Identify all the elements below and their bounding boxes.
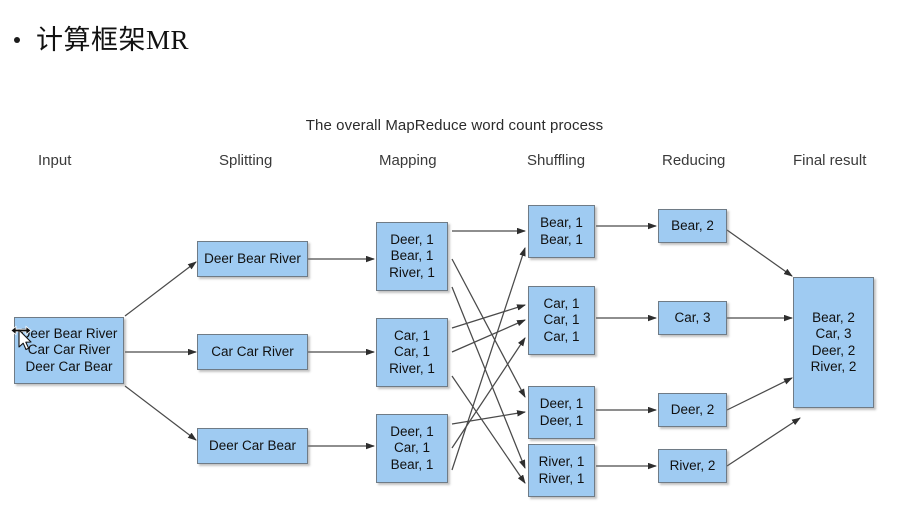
column-header-splitting: Splitting bbox=[219, 152, 273, 169]
column-header-input: Input bbox=[38, 152, 72, 169]
splitting-box-2-line-1: Car Car River bbox=[211, 343, 294, 359]
mapreduce-diagram: The overall MapReduce word count process… bbox=[0, 0, 909, 526]
shuffling-box-deer-line-2: Deer, 1 bbox=[539, 412, 584, 428]
splitting-box-1-line-1: Deer Bear River bbox=[204, 250, 301, 266]
shuffling-box-river-line-1: River, 1 bbox=[538, 454, 585, 469]
mapping-box-2-line-1: Car, 1 bbox=[393, 327, 431, 343]
final-result-line-4: River, 2 bbox=[810, 359, 857, 374]
shuffling-box-bear[interactable]: Bear, 1 Bear, 1 bbox=[528, 205, 595, 258]
input-line-1: Deer Bear River bbox=[20, 325, 118, 341]
reducing-box-bear[interactable]: Bear, 2 bbox=[658, 209, 727, 243]
column-header-reducing: Reducing bbox=[662, 152, 726, 169]
mapping-box-3-line-3: Bear, 1 bbox=[390, 456, 434, 472]
mapping-box-1-line-2: Bear, 1 bbox=[390, 248, 434, 264]
splitting-box-3-line-1: Deer Car Bear bbox=[208, 437, 297, 453]
reducing-box-car-line-1: Car, 3 bbox=[674, 309, 711, 325]
splitting-box-1[interactable]: Deer Bear River bbox=[197, 241, 308, 277]
diagram-edges bbox=[124, 222, 801, 484]
column-header-final-result: Final result bbox=[793, 152, 867, 169]
input-line-2: Car Car River bbox=[27, 342, 111, 358]
shuffling-box-bear-line-1: Bear, 1 bbox=[540, 215, 583, 230]
column-header-shuffling: Shuffling bbox=[527, 152, 586, 169]
reducing-box-river-line-1: River, 2 bbox=[669, 457, 716, 473]
mapping-box-3-line-2: Car, 1 bbox=[393, 440, 431, 456]
diagram-title: The overall MapReduce word count process bbox=[305, 117, 604, 134]
shuffling-box-car-line-1: Car, 1 bbox=[543, 295, 580, 311]
mapping-box-3-line-1: Deer, 1 bbox=[390, 423, 434, 439]
shuffling-box-car[interactable]: Car, 1 Car, 1 Car, 1 bbox=[528, 286, 595, 355]
reducing-box-river[interactable]: River, 2 bbox=[658, 449, 727, 483]
shuffling-box-deer[interactable]: Deer, 1 Deer, 1 bbox=[528, 386, 595, 439]
final-result-line-3: Deer, 2 bbox=[811, 342, 856, 358]
shuffling-box-river-line-2: River, 1 bbox=[538, 470, 585, 486]
mapping-box-2-line-3: River, 1 bbox=[389, 360, 435, 376]
shuffling-box-river[interactable]: River, 1 River, 1 bbox=[528, 444, 595, 497]
final-result-box[interactable]: Bear, 2 Car, 3 Deer, 2 River, 2 bbox=[793, 277, 874, 408]
reducing-box-car[interactable]: Car, 3 bbox=[658, 301, 727, 335]
column-header-mapping: Mapping bbox=[379, 152, 437, 169]
shuffling-box-car-line-3: Car, 1 bbox=[543, 328, 580, 344]
final-result-line-1: Bear, 2 bbox=[812, 309, 855, 325]
input-line-3: Deer Car Bear bbox=[25, 358, 113, 374]
splitting-box-3[interactable]: Deer Car Bear bbox=[197, 428, 308, 464]
mapping-box-1-line-1: Deer, 1 bbox=[390, 231, 434, 247]
splitting-box-2[interactable]: Car Car River bbox=[197, 334, 308, 370]
mapping-box-2-line-2: Car, 1 bbox=[393, 344, 431, 360]
slide-canvas: 计算框架MR The overall MapReduce word count … bbox=[0, 0, 909, 526]
reducing-box-deer-line-1: Deer, 2 bbox=[670, 401, 715, 417]
reducing-box-bear-line-1: Bear, 2 bbox=[671, 217, 714, 233]
shuffling-box-bear-line-2: Bear, 1 bbox=[540, 231, 583, 247]
mapping-box-2[interactable]: Car, 1 Car, 1 River, 1 bbox=[376, 318, 448, 387]
input-box[interactable]: Deer Bear River Car Car River Deer Car B… bbox=[14, 317, 124, 384]
shuffling-box-deer-line-1: Deer, 1 bbox=[539, 396, 584, 411]
mapping-box-1[interactable]: Deer, 1 Bear, 1 River, 1 bbox=[376, 222, 448, 291]
final-result-line-2: Car, 3 bbox=[815, 326, 852, 341]
shuffling-box-car-line-2: Car, 1 bbox=[543, 312, 580, 328]
mapping-box-3[interactable]: Deer, 1 Car, 1 Bear, 1 bbox=[376, 414, 448, 483]
reducing-box-deer[interactable]: Deer, 2 bbox=[658, 393, 727, 427]
mapping-box-1-line-3: River, 1 bbox=[389, 264, 435, 280]
